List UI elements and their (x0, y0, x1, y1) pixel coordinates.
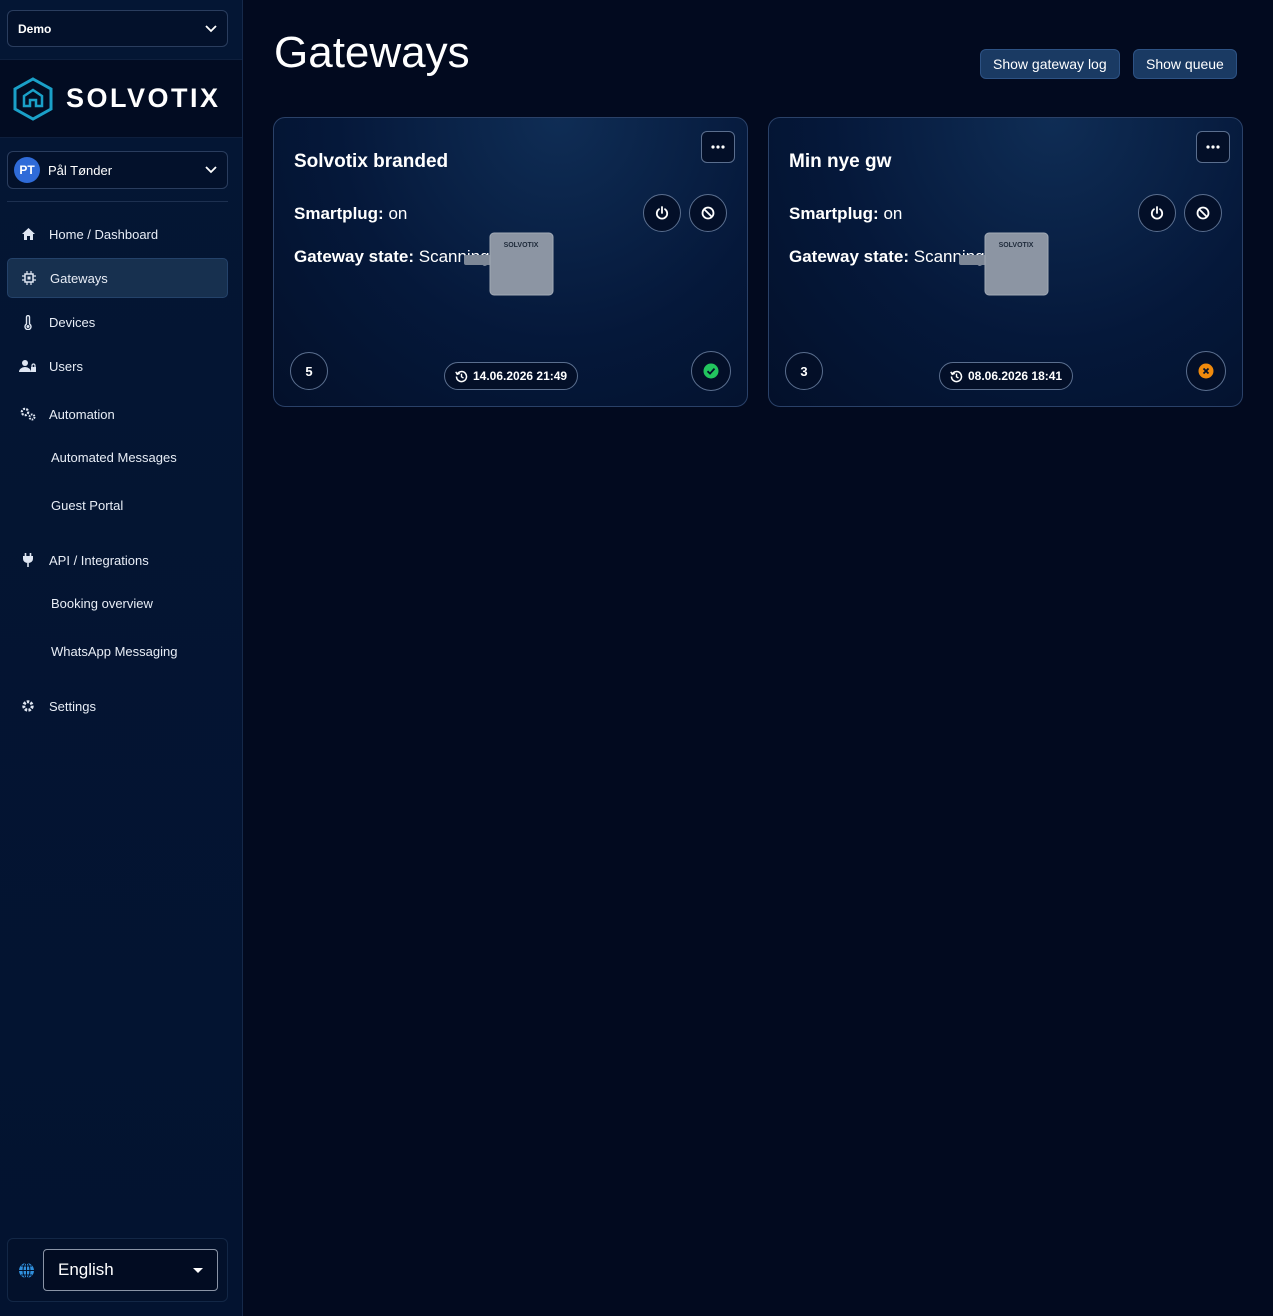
sidebar-item-users[interactable]: Users (7, 346, 228, 386)
device-count-badge: 5 (290, 352, 328, 390)
show-queue-button[interactable]: Show queue (1133, 49, 1237, 79)
gateway-card: Min nye gw Smartplug: on Gateway state: … (768, 117, 1243, 407)
sidebar-item-automation[interactable]: Automation (7, 394, 228, 434)
sidebar-item-home[interactable]: Home / Dashboard (7, 214, 228, 254)
smartplug-value: on (883, 204, 903, 223)
timestamp-text: 14.06.2026 21:49 (473, 369, 568, 383)
sidebar-item-label: Devices (49, 314, 96, 330)
smartplug-value: on (388, 204, 408, 223)
more-options-button[interactable] (1196, 131, 1230, 163)
sidebar-item-label: Settings (49, 698, 96, 714)
language-switcher: English (7, 1238, 228, 1302)
gateway-name: Min nye gw (789, 151, 892, 172)
gears-icon (19, 405, 37, 423)
smartplug-label: Smartplug: (294, 204, 384, 223)
gear-icon (19, 697, 37, 715)
gateway-card: Solvotix branded Smartplug: on Gateway s… (273, 117, 748, 407)
gateway-state-row: Gateway state: Scanning (789, 247, 985, 267)
sidebar-item-guest-portal[interactable]: Guest Portal (51, 498, 123, 513)
smartplug-row: Smartplug: on (294, 204, 407, 224)
user-lock-icon (19, 357, 37, 375)
avatar: PT (14, 157, 40, 183)
smartplug-label: Smartplug: (789, 204, 879, 223)
caret-down-icon (193, 1267, 203, 1273)
ellipsis-icon (711, 145, 725, 149)
language-select[interactable]: English (43, 1249, 218, 1291)
language-select-value: English (58, 1260, 114, 1279)
disable-button[interactable] (1184, 194, 1222, 232)
ban-icon (1196, 206, 1210, 220)
status-indicator (691, 351, 731, 391)
chip-icon (20, 269, 38, 287)
sidebar-item-automated-messages[interactable]: Automated Messages (51, 450, 177, 465)
user-select[interactable]: PT Pål Tønder (7, 151, 228, 189)
house-logo-icon (13, 76, 53, 121)
last-seen-timestamp: 14.06.2026 21:49 (444, 362, 579, 390)
gateway-device-image: SOLVOTIX (464, 232, 554, 296)
chevron-down-icon (205, 24, 217, 32)
power-button[interactable] (643, 194, 681, 232)
device-count-badge: 3 (785, 352, 823, 390)
sidebar-item-whatsapp-messaging[interactable]: WhatsApp Messaging (51, 644, 177, 659)
status-indicator (1186, 351, 1226, 391)
power-icon (1150, 206, 1164, 220)
sidebar-item-label: Home / Dashboard (49, 226, 159, 242)
globe-icon (19, 1262, 34, 1278)
sidebar: Demo SOLVOTIX PT Pål Tønder Home / Dashb… (0, 0, 243, 1316)
user-name: Pål Tønder (48, 162, 113, 178)
disable-button[interactable] (689, 194, 727, 232)
logo: SOLVOTIX (0, 59, 242, 138)
last-seen-timestamp: 08.06.2026 18:41 (939, 362, 1074, 390)
sidebar-item-settings[interactable]: Settings (7, 686, 228, 726)
power-icon (655, 206, 669, 220)
timestamp-text: 08.06.2026 18:41 (968, 369, 1063, 383)
gateway-state-label: Gateway state: (789, 247, 909, 266)
power-button[interactable] (1138, 194, 1176, 232)
organization-select-value: Demo (18, 21, 52, 36)
history-icon (455, 370, 468, 382)
history-icon (950, 370, 963, 382)
check-circle-icon (703, 363, 719, 379)
plug-icon (19, 551, 37, 569)
gateway-name: Solvotix branded (294, 151, 449, 172)
more-options-button[interactable] (701, 131, 735, 163)
sidebar-item-api-integrations[interactable]: API / Integrations (7, 540, 228, 580)
gateway-device-image: SOLVOTIX (959, 232, 1049, 296)
show-gateway-log-button[interactable]: Show gateway log (980, 49, 1120, 79)
device-brand-text: SOLVOTIX (999, 242, 1034, 249)
sidebar-divider (7, 201, 228, 202)
home-icon (19, 225, 37, 243)
sidebar-item-label: Gateways (50, 270, 108, 286)
sidebar-item-gateways[interactable]: Gateways (7, 258, 228, 298)
gateway-state-label: Gateway state: (294, 247, 414, 266)
ban-icon (701, 206, 715, 220)
device-brand-text: SOLVOTIX (504, 242, 539, 249)
gateway-state-row: Gateway state: Scanning (294, 247, 490, 267)
page-title: Gateways (274, 28, 470, 77)
thermometer-icon (19, 313, 37, 331)
x-circle-icon (1198, 363, 1214, 379)
ellipsis-icon (1206, 145, 1220, 149)
sidebar-item-booking-overview[interactable]: Booking overview (51, 596, 153, 611)
sidebar-item-label: Automation (49, 406, 115, 422)
organization-select[interactable]: Demo (7, 10, 228, 47)
chevron-down-icon (205, 166, 217, 174)
sidebar-item-label: API / Integrations (49, 552, 149, 568)
smartplug-row: Smartplug: on (789, 204, 902, 224)
sidebar-item-devices[interactable]: Devices (7, 302, 228, 342)
sidebar-item-label: Users (49, 358, 83, 374)
logo-text: SOLVOTIX (66, 83, 221, 113)
